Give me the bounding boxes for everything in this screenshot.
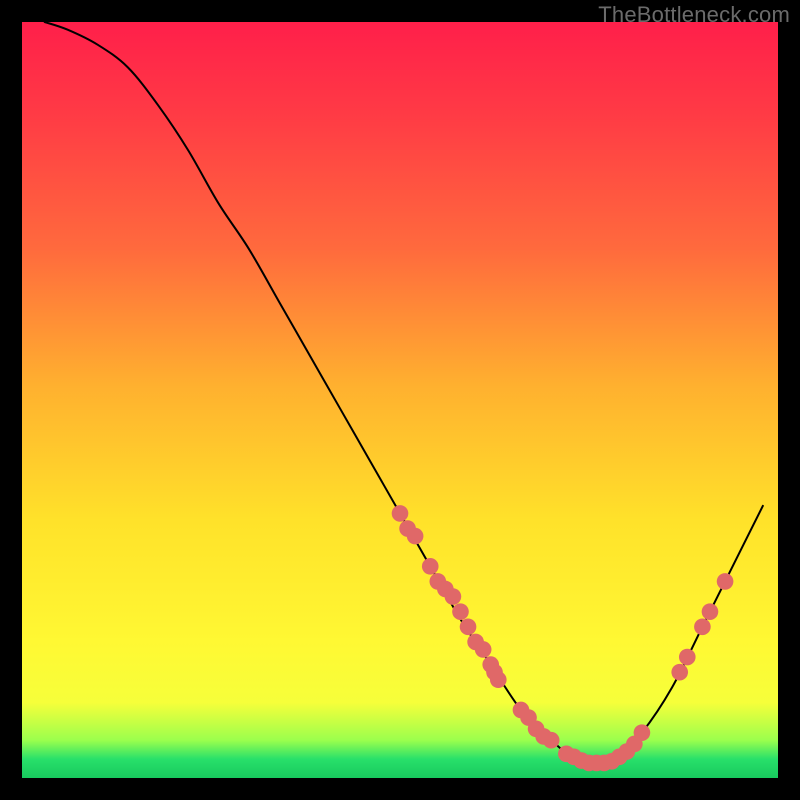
data-point xyxy=(452,603,469,620)
data-point xyxy=(694,618,711,635)
data-point xyxy=(702,603,719,620)
data-point xyxy=(543,732,560,749)
data-point-group xyxy=(392,505,734,771)
data-point xyxy=(490,671,507,688)
data-point xyxy=(717,573,734,590)
data-point xyxy=(634,724,651,741)
data-point xyxy=(392,505,409,522)
data-point xyxy=(445,588,462,605)
data-point xyxy=(422,558,439,575)
chart-svg xyxy=(22,22,778,778)
chart-stage: TheBottleneck.com xyxy=(0,0,800,800)
plot-area xyxy=(22,22,778,778)
data-point xyxy=(475,641,492,658)
data-point xyxy=(460,618,477,635)
data-point xyxy=(679,649,696,666)
curve-line xyxy=(45,22,763,766)
data-point xyxy=(671,664,688,681)
data-point xyxy=(407,528,424,545)
